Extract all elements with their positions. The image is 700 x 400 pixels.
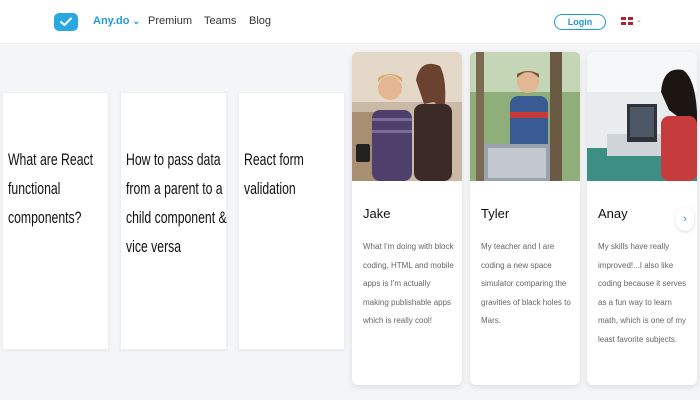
chevron-down-icon: ⌄ — [132, 16, 141, 26]
blog-card[interactable]: What are React functional components? — [2, 92, 109, 350]
nav-blog[interactable]: Blog — [249, 15, 271, 27]
testimonial-name: Anay — [598, 206, 628, 221]
blog-card-title: React form validation — [244, 150, 304, 198]
testimonial-text: My skills have really improved!...I also… — [598, 242, 687, 344]
blog-card-title: How to pass data from a parent to a chil… — [126, 150, 227, 256]
testimonial-card: Jake What I'm doing with block coding, H… — [352, 52, 462, 385]
testimonial-photo-anay — [587, 52, 697, 181]
login-button[interactable]: Login — [554, 14, 606, 30]
blog-card[interactable]: React form validation — [238, 92, 345, 350]
nav-premium[interactable]: Premium — [148, 15, 192, 27]
nav-brand-menu[interactable]: Any.do ⌄ — [93, 15, 140, 27]
anydo-logo[interactable] — [54, 13, 78, 31]
testimonial-photo-jake — [352, 52, 462, 181]
chevron-right-icon[interactable]: › — [676, 207, 694, 231]
check-icon — [60, 17, 72, 26]
nav-teams[interactable]: Teams — [204, 15, 236, 27]
uk-flag-icon[interactable] — [621, 17, 633, 25]
testimonial-text: What I'm doing with block coding, HTML a… — [363, 242, 454, 325]
testimonial-card: Tyler My teacher and I are coding a new … — [470, 52, 580, 385]
blog-card[interactable]: How to pass data from a parent to a chil… — [120, 92, 227, 350]
testimonial-text: My teacher and I are coding a new space … — [481, 242, 571, 325]
testimonial-name: Jake — [363, 206, 391, 221]
blog-card-title: What are React functional components? — [8, 150, 94, 227]
nav-brand-label: Any.do — [93, 15, 130, 27]
testimonial-name: Tyler — [481, 206, 510, 221]
testimonial-photo-tyler — [470, 52, 580, 181]
chevron-down-icon[interactable]: ⌄ — [636, 16, 642, 24]
site-header: Any.do ⌄ Premium Teams Blog Login ⌄ — [0, 0, 700, 44]
